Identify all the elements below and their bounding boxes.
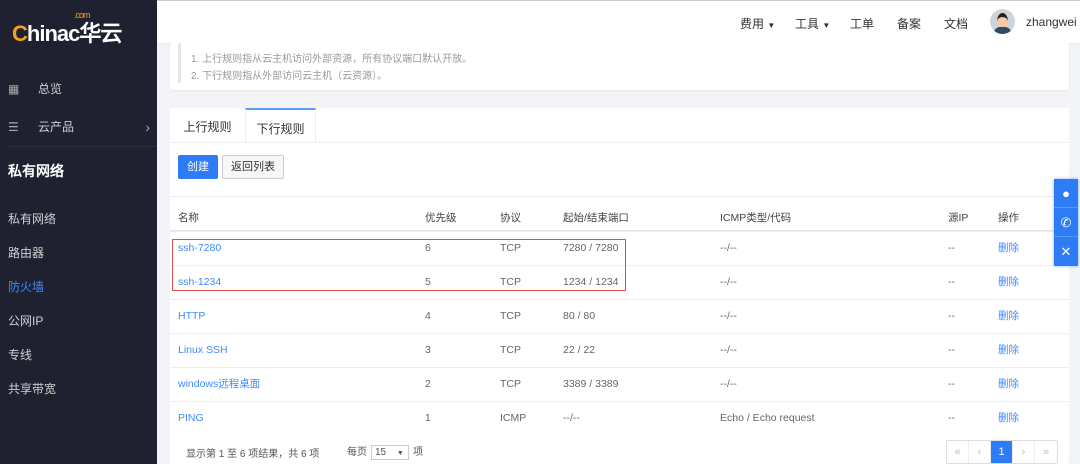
phone-icon[interactable]: ✆ <box>1054 208 1078 237</box>
rules-card: 上行规则 下行规则 创建 返回列表 名称 优先级 协议 起始/结束端口 ICMP类型/代… <box>170 108 1069 464</box>
page-size-select[interactable]: 15 ▼ <box>371 444 409 460</box>
table-row: Linux SSH 3 TCP 22 / 22 --/-- -- 删除 <box>170 333 1069 367</box>
cell-source-ip: -- <box>948 378 955 390</box>
cell-protocol: ICMP <box>500 412 527 424</box>
sidebar-item-firewall[interactable]: 防火墙 <box>8 278 44 295</box>
cell-priority: 2 <box>425 378 431 390</box>
cell-icmp-type: --/-- <box>720 310 737 322</box>
caret-down-icon: ▼ <box>767 21 776 30</box>
rule-name-link[interactable]: PING <box>178 402 204 435</box>
cell-source-ip: -- <box>948 242 955 254</box>
sidebar-item-leased-line[interactable]: 专线 <box>8 346 32 363</box>
table-row: PING 1 ICMP --/-- Echo / Echo request -- 删除 <box>170 401 1069 435</box>
username[interactable]: zhangwei <box>1026 15 1077 29</box>
table-header: 名称 优先级 协议 起始/结束端口 ICMP类型/代码 源IP 操作 <box>170 196 1069 231</box>
table-row: windows远程桌面 2 TCP 3389 / 3389 --/-- -- 删除 <box>170 367 1069 401</box>
quote-bar <box>178 43 181 83</box>
highlight-box <box>172 239 626 291</box>
cell-port-range: 22 / 22 <box>563 344 596 356</box>
close-icon[interactable]: ✕ <box>1054 237 1078 266</box>
cell-priority: 1 <box>425 412 431 424</box>
cell-port-range: --/-- <box>563 412 580 424</box>
sidebar: Chinac华云 .com ▦ 总览 ☰ 云产品 › 私有网络 私有网络 路由器 防火墙… <box>0 0 157 464</box>
cell-protocol: TCP <box>500 344 521 356</box>
delete-link[interactable]: 删除 <box>998 334 1019 367</box>
cell-source-ip: -- <box>948 276 955 288</box>
divider <box>8 146 157 147</box>
cell-protocol: TCP <box>500 310 521 322</box>
sidebar-item-shared-bandwidth[interactable]: 共享带宽 <box>8 380 56 397</box>
nav-tools[interactable]: 工具 ▼ <box>795 15 830 32</box>
page-size: 每页 15 ▼ 项 <box>347 444 423 460</box>
caret-down-icon: ▼ <box>822 21 831 30</box>
sidebar-item-router[interactable]: 路由器 <box>8 244 44 261</box>
grid-icon: ▦ <box>8 81 20 96</box>
avatar[interactable] <box>990 9 1015 34</box>
next-page-button[interactable]: › <box>1013 441 1035 463</box>
chevron-right-icon: › <box>145 118 150 135</box>
cell-port-range: 80 / 80 <box>563 310 596 322</box>
cell-icmp-type: Echo / Echo request <box>720 412 815 424</box>
table-row: HTTP 4 TCP 80 / 80 --/-- -- 删除 <box>170 299 1069 333</box>
cell-icmp-type: --/-- <box>720 242 737 254</box>
cell-source-ip: -- <box>948 344 955 356</box>
cell-source-ip: -- <box>948 310 955 322</box>
rule-name-link[interactable]: HTTP <box>178 300 205 333</box>
cell-priority: 3 <box>425 344 431 356</box>
page-1-button[interactable]: 1 <box>991 441 1013 463</box>
delete-link[interactable]: 删除 <box>998 300 1019 333</box>
delete-link[interactable]: 删除 <box>998 368 1019 401</box>
nav-tickets[interactable]: 工单 <box>850 15 874 32</box>
pagination: « ‹ 1 › » <box>946 440 1058 464</box>
delete-link[interactable]: 删除 <box>998 266 1019 299</box>
section-title: 私有网络 <box>8 163 64 179</box>
cell-icmp-type: --/-- <box>720 378 737 390</box>
sidebar-item-overview[interactable]: ▦ 总览 <box>8 80 62 97</box>
top-header: 费用 ▼ 工具 ▼ 工单 备案 文档 zhangwei <box>157 0 1080 43</box>
prev-page-button[interactable]: ‹ <box>969 441 991 463</box>
caret-down-icon: ▼ <box>396 449 404 457</box>
qq-icon[interactable]: ● <box>1054 179 1078 208</box>
cell-priority: 4 <box>425 310 431 322</box>
notice-card: 1. 上行规则指从云主机访问外部资源，所有协议端口默认开放。 2. 下行规则指从… <box>170 43 1069 90</box>
create-button[interactable]: 创建 <box>178 155 218 179</box>
tab-outbound[interactable]: 上行规则 <box>170 108 245 142</box>
tab-inbound[interactable]: 下行规则 <box>245 108 316 142</box>
delete-link[interactable]: 删除 <box>998 402 1019 435</box>
cell-protocol: TCP <box>500 378 521 390</box>
nav-docs[interactable]: 文档 <box>944 15 968 32</box>
sidebar-item-vpc[interactable]: 私有网络 <box>8 210 56 227</box>
tab-divider <box>170 142 1069 143</box>
rule-name-link[interactable]: windows远程桌面 <box>178 368 260 401</box>
notice-line: 1. 上行规则指从云主机访问外部资源，所有协议端口默认开放。 <box>191 54 473 65</box>
sidebar-item-public-ip[interactable]: 公网IP <box>8 312 43 329</box>
logo[interactable]: Chinac华云 .com <box>12 10 122 48</box>
cell-source-ip: -- <box>948 412 955 424</box>
last-page-button[interactable]: » <box>1035 441 1057 463</box>
cell-icmp-type: --/-- <box>720 344 737 356</box>
floating-contact-bar: ● ✆ ✕ <box>1054 179 1078 266</box>
sidebar-item-cloud-products[interactable]: ☰ 云产品 › <box>8 118 150 135</box>
back-to-list-button[interactable]: 返回列表 <box>222 155 284 179</box>
first-page-button[interactable]: « <box>947 441 969 463</box>
notice-line: 2. 下行规则指从外部访问云主机（云资源）。 <box>191 71 388 82</box>
cell-icmp-type: --/-- <box>720 276 737 288</box>
nav-filing[interactable]: 备案 <box>897 15 921 32</box>
cell-port-range: 3389 / 3389 <box>563 378 619 390</box>
nav-billing[interactable]: 费用 ▼ <box>740 15 775 32</box>
rule-name-link[interactable]: Linux SSH <box>178 334 228 367</box>
result-summary: 显示第 1 至 6 项结果，共 6 项 <box>186 449 320 460</box>
menu-icon: ☰ <box>8 119 19 134</box>
delete-link[interactable]: 删除 <box>998 232 1019 265</box>
